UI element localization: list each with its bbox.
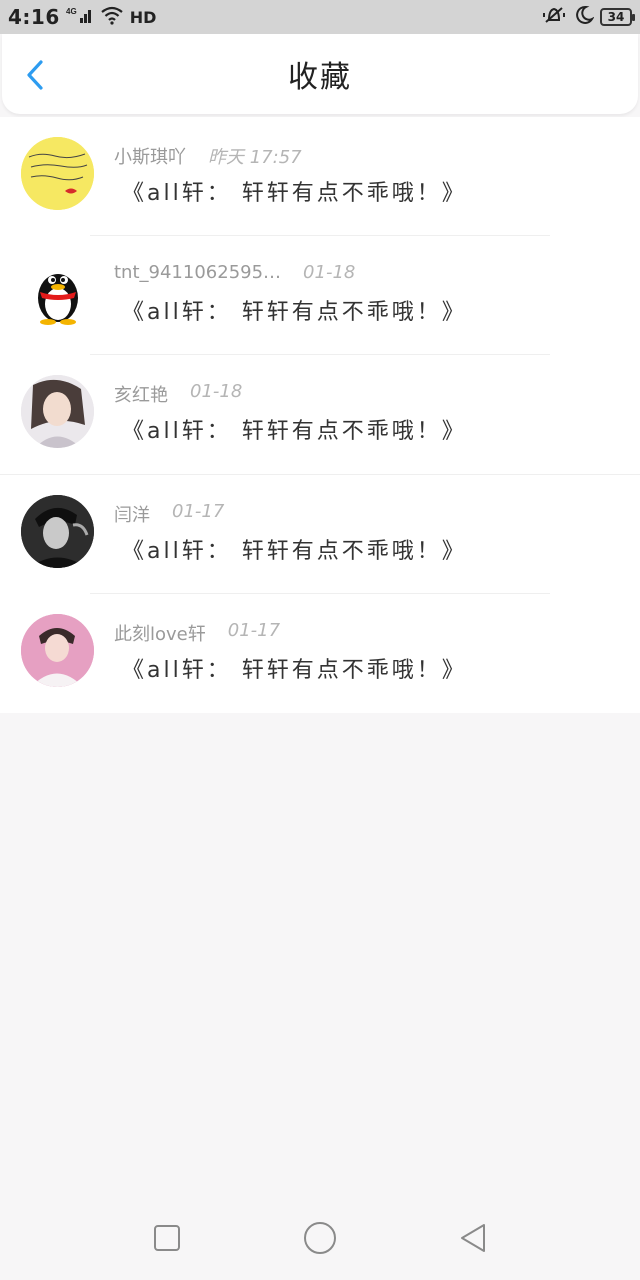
sender-name: 此刻love轩 (114, 623, 206, 645)
list-item[interactable]: 小斯琪吖 昨天 17:57 《all轩： 轩轩有点不乖哦！》 (0, 117, 640, 237)
list-item[interactable]: tnt_9411062595… 01-18 《all轩： 轩轩有点不乖哦！》 (0, 236, 640, 356)
sender-name: tnt_9411062595… (114, 262, 282, 284)
wifi-icon (100, 5, 124, 30)
avatar (21, 494, 94, 568)
timestamp: 01-17 (172, 500, 225, 522)
message-content: 《all轩： 轩轩有点不乖哦！》 (122, 181, 467, 206)
recent-apps-button[interactable] (147, 1218, 187, 1258)
avatar (21, 256, 94, 330)
battery-icon: 34 (600, 8, 635, 26)
svg-text:4G: 4G (66, 7, 77, 16)
hd-icon: HD (129, 7, 157, 27)
sender-name: 小斯琪吖 (114, 147, 186, 168)
sender-name: 闫洋 (114, 504, 150, 526)
chevron-left-icon (27, 60, 43, 90)
message-content: 《all轩： 轩轩有点不乖哦！》 (122, 657, 467, 683)
status-time: 4:16 (8, 5, 60, 29)
page-title: 收藏 (288, 60, 352, 95)
timestamp: 01-17 (227, 619, 281, 641)
signal-icon: 4G (66, 5, 94, 30)
avatar (21, 137, 94, 210)
favorites-list: 小斯琪吖 昨天 17:57 《all轩： 轩轩有点不乖哦！》 tnt_94110… (0, 117, 640, 713)
system-nav-bar (0, 1196, 640, 1280)
app-header: 收藏 (2, 34, 638, 114)
message-content: 《all轩： 轩轩有点不乖哦！》 (122, 419, 467, 445)
sender-name: 亥红艳 (114, 385, 168, 407)
list-item[interactable]: 闫洋 01-17 《all轩： 轩轩有点不乖哦！》 (0, 475, 640, 594)
status-bar: 4:16 4G HD 34 (0, 0, 640, 34)
list-item[interactable]: 此刻love轩 01-17 《all轩： 轩轩有点不乖哦！》 (0, 594, 640, 713)
timestamp: 01-18 (190, 381, 243, 403)
message-content: 《all轩： 轩轩有点不乖哦！》 (122, 538, 467, 564)
timestamp: 昨天 17:57 (208, 147, 302, 168)
home-button[interactable] (300, 1218, 340, 1258)
message-content: 《all轩： 轩轩有点不乖哦！》 (122, 300, 467, 326)
back-nav-button[interactable] (453, 1218, 493, 1258)
battery-level: 34 (607, 10, 625, 24)
avatar (21, 375, 94, 449)
triangle-back-icon (461, 1224, 486, 1252)
avatar (21, 613, 94, 687)
moon-icon (572, 5, 595, 30)
back-button[interactable] (20, 58, 50, 92)
list-item[interactable]: 亥红艳 01-18 《all轩： 轩轩有点不乖哦！》 (0, 355, 640, 475)
square-icon (153, 1225, 180, 1251)
timestamp: 01-18 (303, 262, 356, 284)
vibrate-icon (542, 5, 566, 30)
circle-icon (303, 1222, 336, 1254)
